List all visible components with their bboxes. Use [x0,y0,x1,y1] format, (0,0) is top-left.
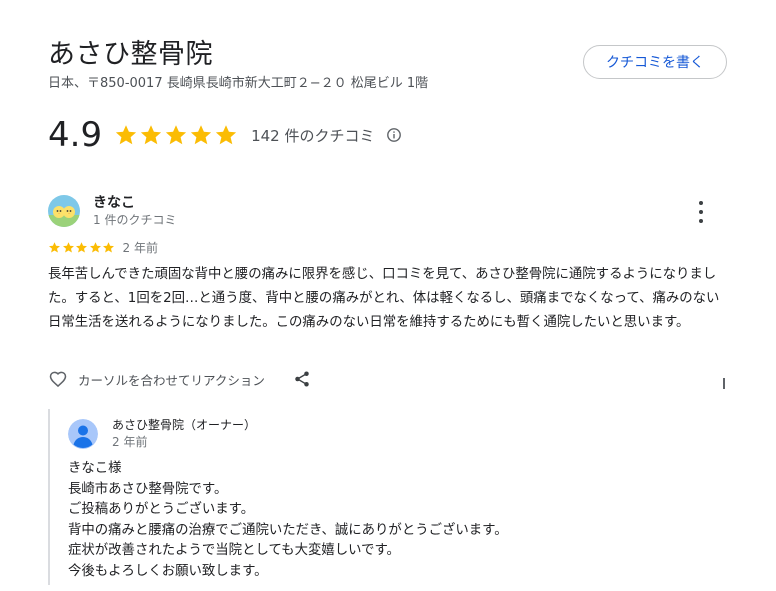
reviews-page: あさひ整骨院 日本、〒850-0017 長崎県長崎市新大工町２−２０ 松尾ビル … [0,0,776,591]
more-options-icon[interactable] [692,201,710,223]
reply-line: 長崎市あさひ整骨院です。 [68,481,228,497]
reviewer-review-count: 1 件のクチコミ [93,213,177,227]
write-review-button[interactable]: クチコミを書く [583,45,727,79]
review-count: 142 件のクチコミ [251,126,375,145]
share-icon[interactable] [293,370,311,388]
star-icon [215,125,237,145]
dot [699,210,703,214]
star-icon [103,241,114,253]
star-icon [76,241,87,253]
dot [699,219,703,223]
reviewer-avatar[interactable] [48,195,80,227]
review-date: 2 年前 [122,240,158,255]
business-address: 日本、〒850-0017 長崎県長崎市新大工町２−２０ 松尾ビル 1階 [48,76,429,91]
star-icon [49,241,60,253]
owner-reply-date: 2 年前 [112,435,148,449]
star-icon [62,241,74,253]
heart-icon[interactable] [48,369,68,389]
info-icon[interactable] [386,127,402,143]
rating-stars [114,123,239,147]
star-icon [115,125,137,145]
reply-line: きなこ様 [68,461,122,476]
reply-line: 背中の痛みと腰痛の治療でご通院いただき、誠にありがとうございます。 [68,522,508,538]
rating-value: 4.9 [48,115,103,155]
owner-name: あさひ整骨院（オーナー） [112,418,257,432]
rating-summary: 4.9 142 件のクチコミ [48,113,402,157]
chick-avatar-icon [48,195,80,227]
owner-reply-text: きなこ様 長崎市あさひ整骨院です。 ご投稿ありがとうございます。 背中の痛みと腰… [68,459,508,582]
person-icon [68,419,98,449]
review-rating: 2 年前 [48,239,158,255]
scrollbar-indicator[interactable] [723,378,725,389]
reply-line: ご投稿ありがとうございます。 [68,502,255,517]
owner-avatar-icon [68,419,98,449]
reply-line: 症状が改善されたようで当院としても大変嬉しいです。 [68,543,400,558]
business-name: あさひ整骨院 [48,39,213,70]
dot [699,201,703,205]
reaction-hint: カーソルを合わせてリアクション [78,372,265,388]
reply-line: 今後もよろしくお願い致します。 [68,563,268,579]
review-text: 長年苦しんできた頑固な背中と腰の痛みに限界を感じ、口コミを見て、あさひ整骨院に通… [48,267,720,330]
reviewer-name[interactable]: きなこ [93,193,135,213]
review-actions: カーソルを合わせてリアクション [48,368,311,390]
star-icon [89,241,101,253]
star-icon [165,125,187,145]
owner-reply: あさひ整骨院（オーナー） 2 年前 きなこ様 長崎市あさひ整骨院です。 ご投稿あ… [48,409,690,585]
star-icon [190,125,212,145]
star-icon [140,125,162,145]
